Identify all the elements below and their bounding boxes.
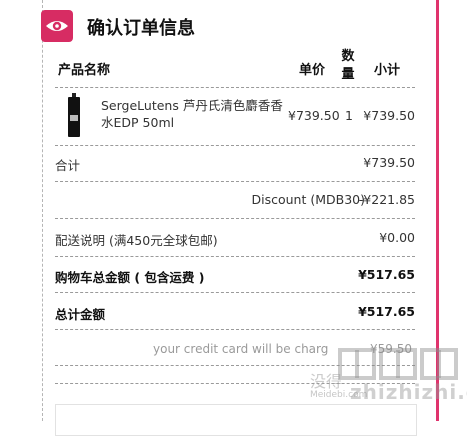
total-row: 合计 ¥739.50 xyxy=(55,153,415,173)
divider xyxy=(55,292,415,293)
cart-total-value: ¥517.65 xyxy=(358,267,415,282)
divider xyxy=(55,256,415,257)
credit-card-amount: ¥59.50 xyxy=(370,342,412,356)
product-qty: 1 xyxy=(345,108,353,123)
product-name[interactable]: SergeLutens 芦丹氏清色麝香香水EDP 50ml xyxy=(101,97,291,131)
divider xyxy=(55,145,415,146)
watermark-cn: 没得 xyxy=(310,372,343,391)
shipping-label: 配送说明 (满450元全球包邮) xyxy=(55,233,218,248)
divider xyxy=(55,365,415,366)
discount-value: -¥221.85 xyxy=(358,192,415,207)
shipping-value: ¥0.00 xyxy=(379,230,415,245)
grand-total-value: ¥517.65 xyxy=(358,304,415,319)
total-value: ¥739.50 xyxy=(363,155,415,170)
left-dashed-border xyxy=(42,0,43,421)
cart-total-row: 购物车总金额 ( 包含运费 ) ¥517.65 xyxy=(55,265,415,285)
watermark-en: Meidebi.com xyxy=(310,390,368,400)
eye-icon xyxy=(41,10,73,42)
bottom-panel xyxy=(55,404,417,436)
product-thumbnail[interactable] xyxy=(67,93,81,137)
table-header: 产品名称 单价 数量 小计 xyxy=(55,48,415,86)
section-header: 确认订单信息 xyxy=(41,10,421,44)
column-qty: 数量 xyxy=(341,49,355,82)
discount-row: Discount (MDB30) -¥221.85 xyxy=(55,190,416,210)
cart-total-label: 购物车总金额 ( 包含运费 ) xyxy=(55,270,205,285)
grand-total-label: 总计金额 xyxy=(55,307,106,322)
product-subtotal: ¥739.50 xyxy=(363,108,415,123)
product-price: ¥739.50 xyxy=(288,108,340,123)
shipping-row: 配送说明 (满450元全球包邮) ¥0.00 xyxy=(55,228,415,248)
column-price: 单价 xyxy=(299,63,326,78)
page-title: 确认订单信息 xyxy=(87,18,195,39)
divider xyxy=(55,383,415,384)
discount-label: Discount (MDB30) xyxy=(251,192,366,207)
right-accent-bar xyxy=(436,0,439,421)
divider xyxy=(55,218,415,219)
credit-card-note: your credit card will be charg xyxy=(153,342,329,356)
product-row: SergeLutens 芦丹氏清色麝香香水EDP 50ml ¥739.50 1 … xyxy=(55,88,415,144)
divider xyxy=(55,181,415,182)
grand-total-row: 总计金额 ¥517.65 xyxy=(55,302,415,322)
divider xyxy=(55,329,415,330)
column-product: 产品名称 xyxy=(58,63,111,78)
total-label: 合计 xyxy=(55,158,81,173)
column-subtotal: 小计 xyxy=(374,63,401,78)
